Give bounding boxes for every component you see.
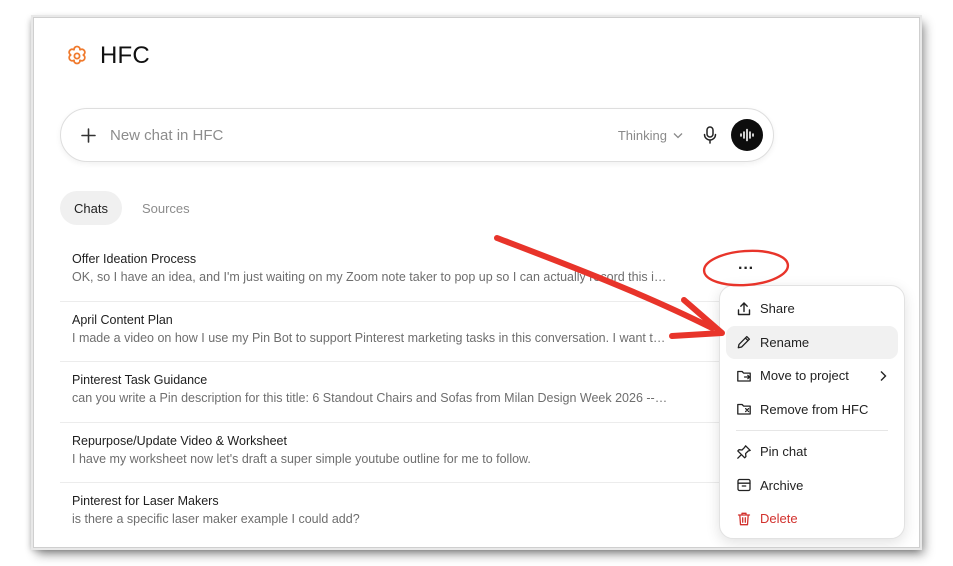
menu-item-archive[interactable]: Archive [726, 469, 898, 503]
chat-row-pinterest-task[interactable]: Pinterest Task Guidance can you write a … [60, 362, 732, 423]
chat-row-repurpose-video[interactable]: Repurpose/Update Video & Worksheet I hav… [60, 423, 732, 483]
menu-item-delete[interactable]: Delete [726, 502, 898, 536]
chat-composer: Thinking [60, 108, 774, 162]
model-mode-label: Thinking [617, 127, 667, 143]
trash-icon [737, 512, 751, 526]
project-header: HFC [64, 42, 150, 70]
chat-title: Pinterest for Laser Makers [72, 494, 219, 508]
menu-item-rename[interactable]: Rename [726, 325, 898, 359]
menu-item-label: Rename [760, 334, 810, 350]
menu-item-share[interactable]: Share [726, 292, 898, 326]
menu-item-move-to-project[interactable]: Move to project [726, 359, 898, 393]
chat-title: Pinterest Task Guidance [72, 373, 208, 387]
chat-list: Offer Ideation Process OK, so I have an … [60, 241, 732, 544]
menu-item-remove-from-project[interactable]: Remove from HFC [726, 393, 898, 427]
tab-chats[interactable]: Chats [60, 191, 122, 225]
waveform-icon [740, 128, 754, 142]
project-title: HFC [100, 42, 150, 69]
chat-row-offer-ideation[interactable]: Offer Ideation Process OK, so I have an … [60, 241, 732, 302]
chat-preview: can you write a Pin description for this… [72, 391, 668, 405]
project-logo-icon [68, 45, 86, 65]
menu-item-label: Delete [760, 511, 798, 527]
menu-divider [736, 430, 888, 431]
chat-preview: I have my worksheet now let's draft a su… [72, 451, 531, 466]
share-icon [737, 302, 751, 315]
folder-remove-icon [737, 404, 751, 415]
menu-item-label: Move to project [760, 368, 849, 384]
chat-row-april-content[interactable]: April Content Plan I made a video on how… [60, 302, 732, 362]
menu-item-label: Archive [760, 477, 804, 493]
pencil-icon [737, 336, 751, 349]
chat-row-laser-makers[interactable]: Pinterest for Laser Makers is there a sp… [60, 483, 732, 544]
archive-icon [737, 479, 751, 492]
chat-preview: I made a video on how I use my Pin Bot t… [72, 330, 666, 345]
chat-preview: OK, so I have an idea, and I'm just wait… [72, 270, 667, 284]
pin-icon [737, 444, 751, 459]
model-mode-dropdown[interactable]: Thinking [618, 128, 683, 143]
add-attachment-button[interactable] [78, 125, 98, 145]
chat-options-button[interactable]: ··· [734, 261, 758, 278]
tab-sources[interactable]: Sources [128, 191, 204, 225]
menu-item-label: Share [760, 301, 795, 317]
menu-item-label: Pin chat [760, 444, 807, 460]
folder-move-icon [737, 370, 751, 382]
chat-title: April Content Plan [72, 312, 173, 327]
voice-mode-button[interactable] [731, 119, 763, 151]
plus-icon [80, 127, 96, 143]
view-tabs: Chats Sources [60, 191, 204, 225]
menu-item-label: Remove from HFC [760, 401, 869, 417]
chevron-down-icon [673, 132, 683, 138]
menu-item-pin-chat[interactable]: Pin chat [726, 435, 898, 469]
chat-title: Repurpose/Update Video & Worksheet [72, 433, 287, 448]
chat-context-menu: Share Rename Move to project Remove from… [719, 285, 905, 539]
microphone-icon [703, 126, 717, 144]
chat-preview: is there a specific laser maker example … [72, 512, 360, 526]
chevron-right-icon [880, 370, 887, 381]
dictate-button[interactable] [701, 125, 719, 145]
app-window: HFC Thinking [33, 17, 920, 548]
new-chat-input[interactable] [110, 126, 490, 144]
chat-title: Offer Ideation Process [72, 252, 197, 266]
